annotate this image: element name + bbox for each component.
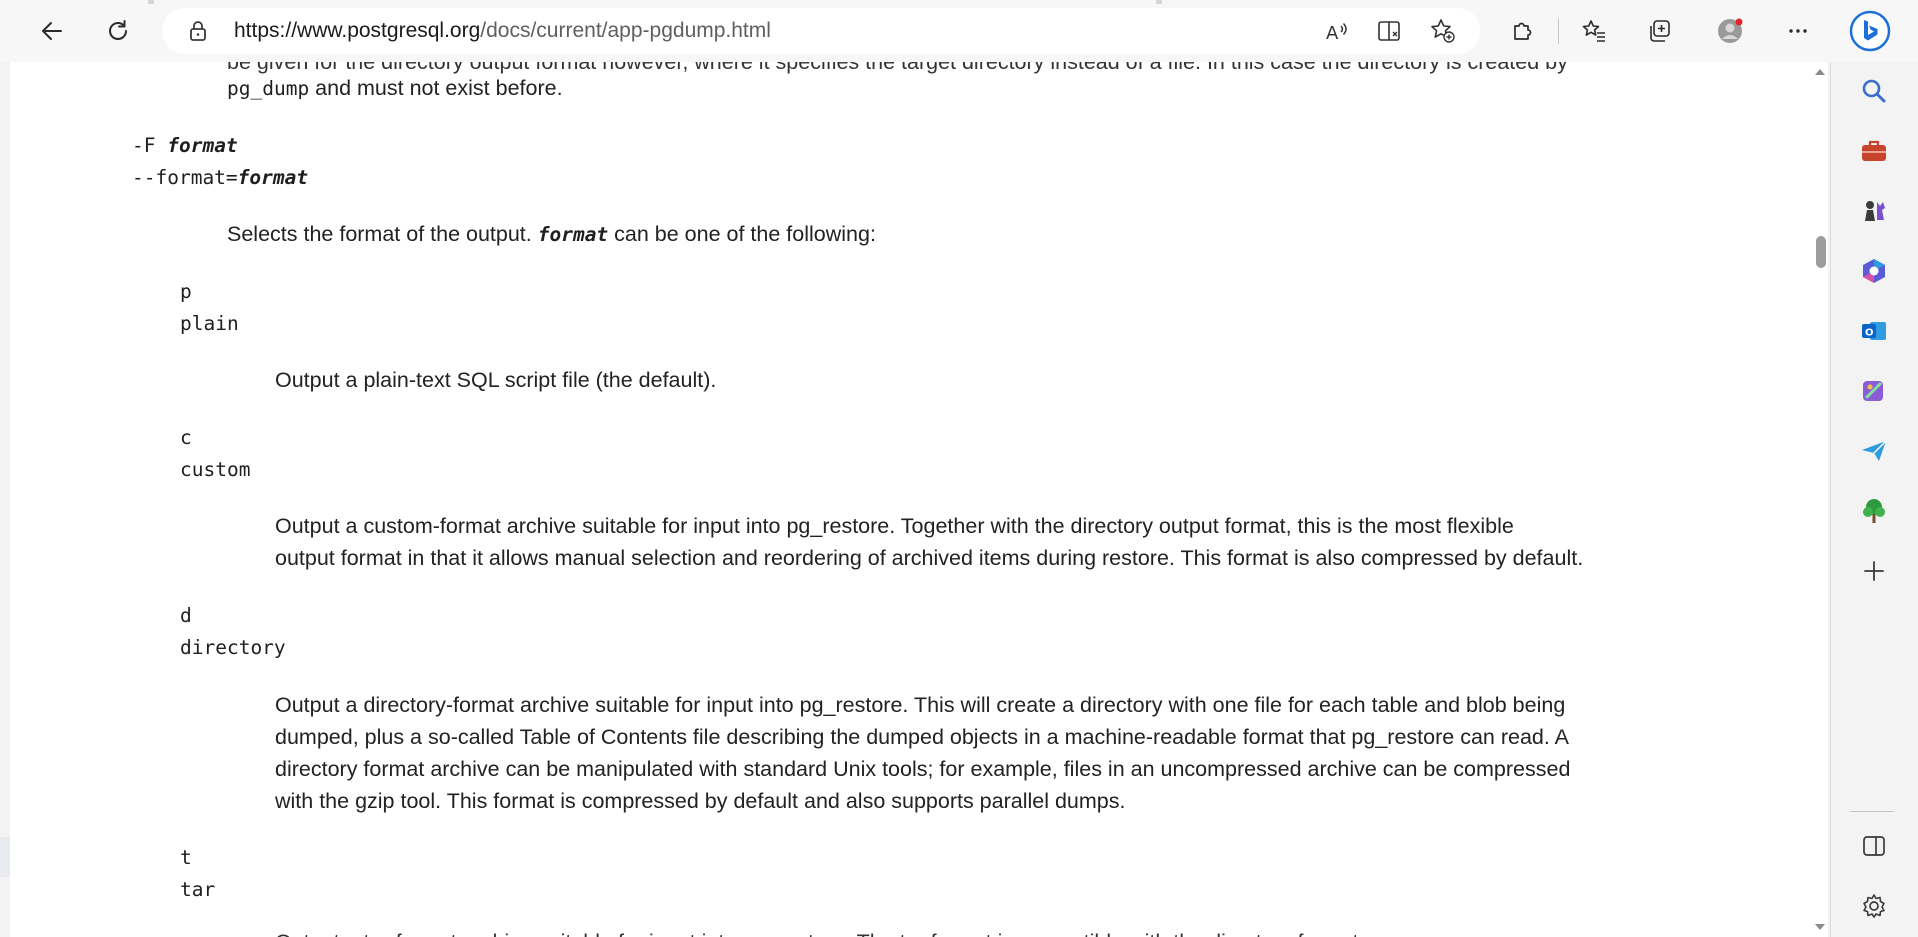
sidebar-designer-button[interactable] [1850,367,1898,415]
url-path: /docs/current/app-pgdump.html [480,19,771,42]
briefcase-icon [1862,140,1886,161]
search-icon [1862,79,1886,103]
format-description-line: Output a custom-format archive suitable … [275,514,1514,538]
flag-long: --format= [132,166,238,189]
collections-button[interactable] [1640,11,1680,51]
read-aloud-icon[interactable]: A [1323,17,1351,45]
avatar-icon [1718,18,1743,43]
format-description-line: Output a directory-format archive suitab… [275,693,1566,717]
format-term-short: t [180,846,192,869]
bing-chat-button[interactable] [1848,9,1892,53]
paper-plane-icon [1862,440,1887,461]
description-text: Selects the format of the output. [227,222,538,246]
more-options-button[interactable] [1778,11,1818,51]
microsoft-365-icon [1863,259,1885,283]
vertical-scrollbar[interactable] [1812,62,1828,937]
scrollbar-thumb[interactable] [1816,236,1826,268]
clipped-paragraph-bottom: Output a tar-format archive suitable for… [275,926,1358,937]
outlook-icon: O [1862,322,1886,340]
sidebar-divider [1850,811,1894,812]
sidebar-tree-button[interactable] [1850,487,1898,535]
address-bar[interactable]: https://www.postgresql.org/docs/current/… [162,8,1480,54]
sidebar-settings-button[interactable] [1850,882,1898,930]
document-content: be given for the directory output format… [10,62,1790,937]
tab-edge [148,0,154,4]
description-text: can be one of the following: [608,222,876,246]
svg-text:A: A [1326,23,1339,44]
paragraph-text: and must not exist before. [309,76,563,100]
gear-icon [1863,894,1885,918]
flag-short: -F [132,134,168,157]
option-term-short: -F format [132,130,238,162]
format-term-long: plain [180,312,239,335]
favorites-button[interactable] [1574,11,1614,51]
flag-arg: format [237,166,309,189]
format-description-line: Output a plain-text SQL script file (the… [275,368,717,392]
scroll-down-arrow-icon[interactable] [1814,921,1826,933]
flag-arg: format [167,134,238,157]
designer-pen-icon [1863,381,1883,401]
back-button[interactable] [32,11,72,51]
option-term-long: --format=format [132,162,308,194]
refresh-icon [109,20,127,40]
format-description-line: directory format archive can be manipula… [275,757,1571,781]
url-host: https://www.postgresql.org [234,19,481,42]
sidebar-send-button[interactable] [1850,427,1898,475]
collections-icon [1650,20,1670,42]
window-edge [0,837,10,877]
sidebar-outlook-button[interactable]: O [1850,307,1898,355]
add-favorite-icon[interactable] [1429,17,1457,45]
sidebar-hide-button[interactable] [1850,822,1898,870]
format-term-short: c [180,426,192,449]
inline-code: pg_dump [227,77,310,100]
browser-sidebar: O [1830,62,1918,937]
option-description: Selects the format of the output. format… [227,218,876,251]
format-description-line: with the gzip tool. This format is compr… [275,789,1126,813]
browser-toolbar: https://www.postgresql.org/docs/current/… [0,0,1918,62]
ellipsis-icon [1789,29,1807,33]
scroll-up-arrow-icon[interactable] [1814,66,1826,78]
format-term-short: p [180,280,192,303]
plus-icon [1864,561,1884,581]
svg-text:O: O [1865,328,1874,339]
format-term-long: custom [180,458,251,481]
format-description-line: output format in that it allows manual s… [275,546,1584,570]
tab-edge [1156,0,1162,4]
immersive-reader-icon[interactable] [1376,17,1404,45]
tree-icon [1863,499,1885,523]
favorites-star-list-icon [1582,20,1605,42]
format-description-line: dumped, plus a so-called Table of Conten… [275,725,1569,749]
bing-icon [1849,10,1891,52]
sidebar-border [1830,62,1831,937]
profile-button[interactable] [1710,11,1750,51]
sidebar-search-button[interactable] [1850,67,1898,115]
lock-icon[interactable] [186,19,210,43]
sidebar-games-button[interactable] [1850,187,1898,235]
sidebar-copilot-button[interactable] [1850,247,1898,295]
puzzle-icon [1514,22,1532,40]
paragraph-line: pg_dump and must not exist before. [227,72,563,105]
page-viewport: be given for the directory output format… [10,62,1828,937]
sidebar-add-button[interactable] [1850,547,1898,595]
back-arrow-icon [42,22,62,40]
format-term-long: directory [180,636,286,659]
url-text[interactable]: https://www.postgresql.org/docs/current/… [234,8,771,54]
format-term-short: d [180,604,192,627]
sidebar-tools-button[interactable] [1850,127,1898,175]
inline-code-arg: format [537,223,609,246]
extensions-button[interactable] [1502,11,1542,51]
sidebar-panel-icon [1863,836,1885,856]
chess-pieces-icon [1865,201,1885,221]
format-term-long: tar [180,878,216,901]
toolbar-separator [1558,18,1559,44]
refresh-button[interactable] [98,11,138,51]
